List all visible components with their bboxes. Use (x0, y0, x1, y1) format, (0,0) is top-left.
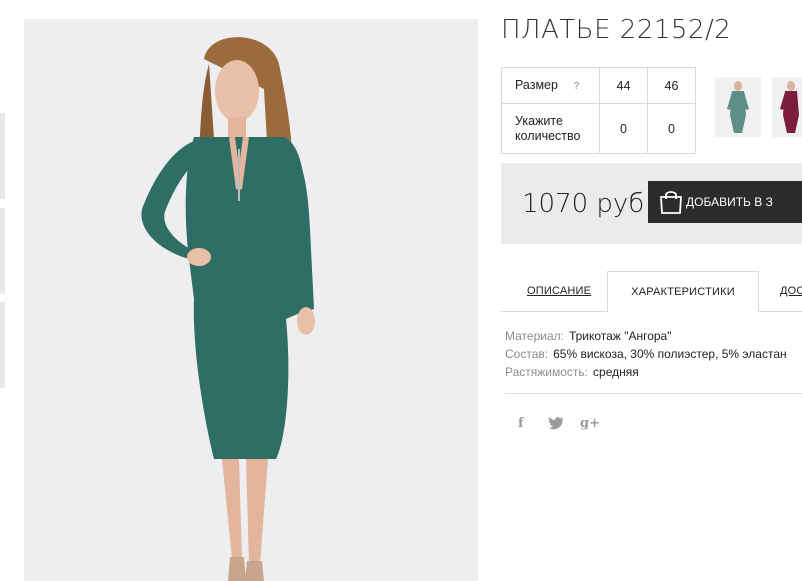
variant-green-image (727, 81, 749, 133)
size-44: 44 (599, 67, 648, 104)
quantity-cell-46 (647, 103, 696, 154)
add-to-cart-button[interactable]: ДОБАВИТЬ В З (648, 181, 802, 223)
add-to-cart-label: ДОБАВИТЬ В З (686, 195, 773, 209)
main-product-photo[interactable] (24, 19, 478, 581)
quantity-input-44[interactable] (603, 121, 644, 136)
twitter-glyph (548, 417, 564, 430)
size-label-cell: Размер ? (501, 67, 600, 104)
characteristic-row: Состав: 65% вискоза, 30% полиэстер, 5% эл… (505, 345, 787, 363)
characteristic-key: Растяжимость: (505, 365, 589, 379)
quantity-label: Укажите количество (501, 103, 600, 154)
size-label: Размер (515, 77, 558, 92)
characteristic-key: Состав: (505, 347, 549, 361)
product-page: ПЛАТЬЕ 22152/2 Размер ? 44 46 Укажите ко… (0, 0, 802, 581)
variant-burgundy-image (780, 81, 799, 133)
size-row: Размер ? 44 46 (501, 67, 696, 104)
google-plus-glyph: g+ (580, 416, 600, 431)
facebook-icon[interactable]: f (518, 416, 524, 432)
quantity-row: Укажите количество (501, 103, 696, 154)
product-price: 1070 руб (522, 189, 645, 219)
characteristic-value: 65% вискоза, 30% полиэстер, 5% эластан (553, 347, 787, 361)
characteristic-row: Материал: Трикотаж "Ангора" (505, 327, 787, 345)
gallery-thumb-3[interactable] (0, 302, 5, 388)
tab-delivery[interactable]: ДОС (780, 271, 802, 312)
size-help-icon[interactable]: ? (573, 79, 579, 94)
characteristic-value: средняя (593, 365, 639, 379)
color-variant-green-thumb[interactable] (715, 77, 761, 137)
quantity-input-46[interactable] (651, 121, 692, 136)
characteristics-list: Материал: Трикотаж "Ангора" Состав: 65% ви… (505, 327, 787, 381)
quantity-cell-44 (599, 103, 648, 154)
characteristic-row: Растяжимость: средняя (505, 363, 787, 381)
twitter-icon[interactable] (548, 416, 564, 432)
google-plus-icon[interactable]: g+ (580, 416, 600, 432)
price-bar: 1070 руб ДОБАВИТЬ В З (501, 163, 802, 244)
tab-characteristics[interactable]: ХАРАКТЕРИСТИКИ (607, 271, 759, 313)
facebook-glyph: f (518, 416, 524, 431)
characteristic-key: Материал: (505, 329, 564, 343)
model-illustration (24, 19, 478, 581)
product-tabs: ОПИСАНИЕ ХАРАКТЕРИСТИКИ ДОС (501, 271, 802, 313)
gallery-thumb-2[interactable] (0, 208, 5, 294)
tab-description[interactable]: ОПИСАНИЕ (527, 271, 591, 312)
divider (505, 393, 802, 394)
size-46: 46 (647, 67, 696, 104)
shopping-bag-icon (660, 191, 682, 214)
color-variant-burgundy-thumb[interactable] (772, 77, 802, 137)
characteristic-value: Трикотаж "Ангора" (568, 329, 672, 343)
gallery-thumb-1[interactable] (0, 113, 5, 199)
product-title: ПЛАТЬЕ 22152/2 (501, 15, 732, 45)
size-table: Размер ? 44 46 Укажите количество (501, 67, 696, 154)
